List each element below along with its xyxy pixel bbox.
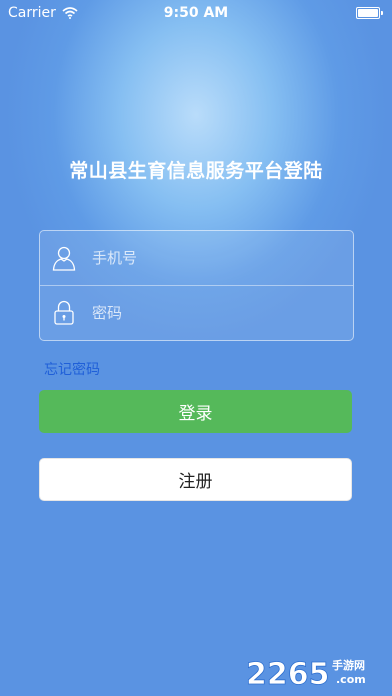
forgot-password-link[interactable]: 忘记密码 <box>44 359 100 379</box>
user-icon <box>52 246 76 271</box>
login-form <box>39 230 354 341</box>
phone-input[interactable] <box>92 238 353 278</box>
watermark-domain: .com <box>336 673 366 686</box>
status-bar: Carrier 9:50 AM <box>0 0 392 26</box>
watermark-number: 2265 <box>246 657 330 690</box>
watermark-suffix: 手游网 <box>332 658 365 672</box>
watermark-logo: 2265 手游网 .com <box>246 657 366 690</box>
status-time: 9:50 AM <box>163 5 229 21</box>
password-row <box>40 286 353 340</box>
password-input[interactable] <box>92 293 353 333</box>
site-watermark: 2265 手游网 .com <box>246 654 386 690</box>
login-button[interactable]: 登录 <box>39 390 352 433</box>
phone-row <box>40 231 353 286</box>
battery-icon <box>356 7 383 19</box>
register-button[interactable]: 注册 <box>39 458 352 501</box>
page-title: 常山县生育信息服务平台登陆 <box>69 160 323 182</box>
lock-icon <box>54 300 74 325</box>
